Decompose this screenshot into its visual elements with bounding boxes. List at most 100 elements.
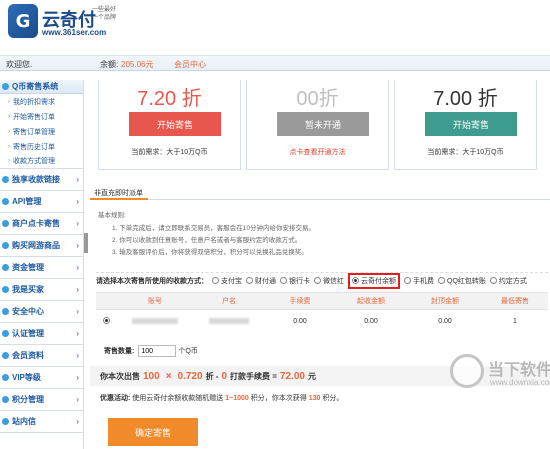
sidebar-item-label: 寄售订单管理	[13, 128, 55, 136]
rule-line: 3. 输及客服评价后，你将获得双倍积分，积分可以兑换礼品兑换奖。	[112, 249, 308, 256]
sidebar-section-funds[interactable]: 资金管理 ›	[0, 257, 83, 279]
table-header-cell: 封顶金额	[431, 298, 459, 305]
redacted-account	[132, 317, 178, 324]
bullet-icon	[2, 374, 9, 381]
watermark-text: 当下软件园	[488, 362, 550, 379]
radio-icon	[280, 277, 287, 284]
bullet-icon	[2, 308, 9, 315]
sidebar-section-card-consign[interactable]: 商户点卡寄售 ›	[0, 213, 83, 235]
summary-times: ×	[165, 370, 172, 382]
pay-option-wechat[interactable]: 微信红	[314, 276, 344, 286]
quantity-label: 寄售数量:	[104, 348, 135, 355]
sidebar-section-label: 安全中心	[12, 307, 44, 316]
discount-card-1: 7.20 折 开始寄售 当前需求：大于10万Q币	[98, 80, 241, 170]
sidebar-section-label: 积分管理	[12, 395, 44, 404]
pay-option-balance[interactable]: 云奇付余额	[348, 272, 400, 289]
bullet-icon	[2, 264, 9, 271]
sidebar-item-order-manage[interactable]: › 寄售订单管理	[0, 124, 83, 139]
chevron-right-icon: ›	[76, 373, 79, 382]
quantity-unit: 个Q币	[178, 348, 198, 355]
sidebar-section-buyer[interactable]: 我是买家 ›	[0, 279, 83, 301]
chevron-right-icon: ›	[76, 417, 79, 426]
sidebar-section-label: 独享收款链接	[12, 175, 60, 184]
pay-option-agreed[interactable]: 约定方式	[489, 276, 527, 286]
pay-option-label: 微信红	[323, 277, 344, 285]
promo-range: 1~1000	[225, 395, 249, 402]
confirm-consign-button[interactable]: 确定寄售	[108, 418, 198, 446]
start-consign-button[interactable]: 开始寄售	[425, 112, 517, 136]
pay-option-tenpay[interactable]: 财付通	[246, 276, 276, 286]
start-consign-button[interactable]: 开始寄售	[129, 112, 221, 136]
promo-text-2: 积分，你本次获得	[250, 395, 307, 402]
sidebar-item-payment-methods[interactable]: › 收款方式管理	[0, 154, 83, 169]
table-row[interactable]: 0.00 0.00 0.00 1	[96, 310, 548, 332]
radio-icon	[314, 277, 321, 284]
sidebar-section-label: API管理	[12, 197, 42, 206]
fee-cell: 0.00	[293, 317, 307, 325]
radio-selected-icon	[352, 277, 359, 284]
table-header-cell: 账号	[148, 298, 162, 305]
pay-option-label: 云奇付余额	[361, 277, 396, 285]
sidebar-section-q-coin[interactable]: Q币寄售系统	[0, 80, 83, 94]
site-slogan: 一些最好 一个品牌	[92, 7, 117, 21]
not-open-button[interactable]: 暂未开通	[277, 112, 369, 136]
radio-icon	[438, 277, 445, 284]
arrow-right-icon: ›	[8, 143, 10, 150]
pay-option-label: 支付宝	[221, 277, 242, 285]
welcome-text: 欢迎您.	[6, 60, 33, 69]
summary-rate-suffix: 折 -	[205, 371, 219, 381]
chevron-right-icon: ›	[76, 285, 79, 294]
sidebar-section-label: Q币寄售系统	[12, 82, 59, 91]
promo-label: 优惠活动:	[100, 395, 131, 402]
sidebar-section-points[interactable]: 积分管理 ›	[0, 389, 83, 411]
quantity-input[interactable]	[138, 345, 177, 357]
pay-option-label: 约定方式	[498, 277, 527, 285]
member-center-link[interactable]: 会员中心	[174, 59, 206, 70]
arrow-right-icon: ›	[8, 98, 10, 105]
sidebar-section-buy-game[interactable]: 购买网游商品 ›	[0, 235, 83, 257]
sidebar-section-security[interactable]: 安全中心 ›	[0, 301, 83, 323]
promo-text-1: 使用云奇付余额收款随机赠送	[132, 395, 224, 402]
sidebar-section-profile[interactable]: 会员资料 ›	[0, 345, 83, 367]
sidebar-section-vip[interactable]: VIP等级 ›	[0, 367, 83, 389]
radio-icon	[246, 277, 253, 284]
sidebar-section-messages[interactable]: 站内信 ›	[0, 411, 83, 433]
discount-card-3: 7.00 折 开始寄售 当前需求：大于10万Q币	[394, 80, 537, 170]
sidebar: Q币寄售系统 › 我的折扣需求 › 开始寄售订单 › 寄售订单管理 › 寄售历史订单 ›…	[0, 80, 84, 449]
requirement-text[interactable]: 点卡查看开通方法	[247, 147, 388, 157]
sidebar-item-label: 我的折扣需求	[13, 98, 55, 106]
bullet-icon	[2, 352, 9, 359]
sidebar-section-exclusive-link[interactable]: 独享收款链接 ›	[0, 169, 83, 191]
max-amount-cell: 0.00	[438, 317, 452, 325]
chevron-right-icon: ›	[76, 307, 79, 316]
chevron-right-icon: ›	[76, 395, 79, 404]
sidebar-collapse-handle[interactable]	[84, 233, 88, 253]
sidebar-section-label: 购买网游商品	[12, 241, 60, 250]
sidebar-section-verification[interactable]: 认证管理 ›	[0, 323, 83, 345]
discount-value: 7.20 折	[137, 88, 202, 110]
basic-rules: 基本规则: 1. 下单完成后，请立即联系交易员，客服会在10分钟内给你安排交易。…	[98, 210, 538, 259]
sidebar-section-label: 认证管理	[12, 329, 44, 338]
table-header-cell: 手续费	[289, 298, 311, 305]
pay-option-qq-redpacket[interactable]: QQ红包转账	[438, 276, 486, 286]
sidebar-section-label: 站内信	[12, 417, 36, 426]
row-select[interactable]	[96, 316, 118, 326]
promo-points: 130	[308, 395, 321, 402]
bullet-icon	[2, 286, 9, 293]
sidebar-item-discount-demand[interactable]: › 我的折扣需求	[0, 94, 83, 109]
summary-total: 72.00	[279, 370, 305, 382]
pay-option-bankcard[interactable]: 银行卡	[280, 276, 310, 286]
sidebar-section-api[interactable]: API管理 ›	[0, 191, 83, 213]
pay-option-alipay[interactable]: 支付宝	[212, 276, 242, 286]
table-header-cell: 起收金额	[357, 298, 385, 305]
summary-unit: 元	[307, 371, 316, 381]
watermark: 当下软件园 www.downxia.com	[450, 348, 550, 408]
payment-method-selector: 请选择本次寄售所使用的收款方式： 支付宝 财付通 银行卡 微信红 云奇付余额 手…	[96, 272, 548, 289]
bullet-icon	[2, 418, 9, 425]
bullet-icon	[2, 198, 9, 205]
sidebar-item-order-history[interactable]: › 寄售历史订单	[0, 139, 83, 154]
logo-icon[interactable]: G	[8, 4, 38, 38]
sidebar-item-start-consign[interactable]: › 开始寄售订单	[0, 109, 83, 124]
rule-line: 1. 下单完成后，请立即联系交易员，客服会在10分钟内给你安排交易。	[112, 225, 315, 232]
pay-option-phone[interactable]: 手机费	[404, 276, 434, 286]
